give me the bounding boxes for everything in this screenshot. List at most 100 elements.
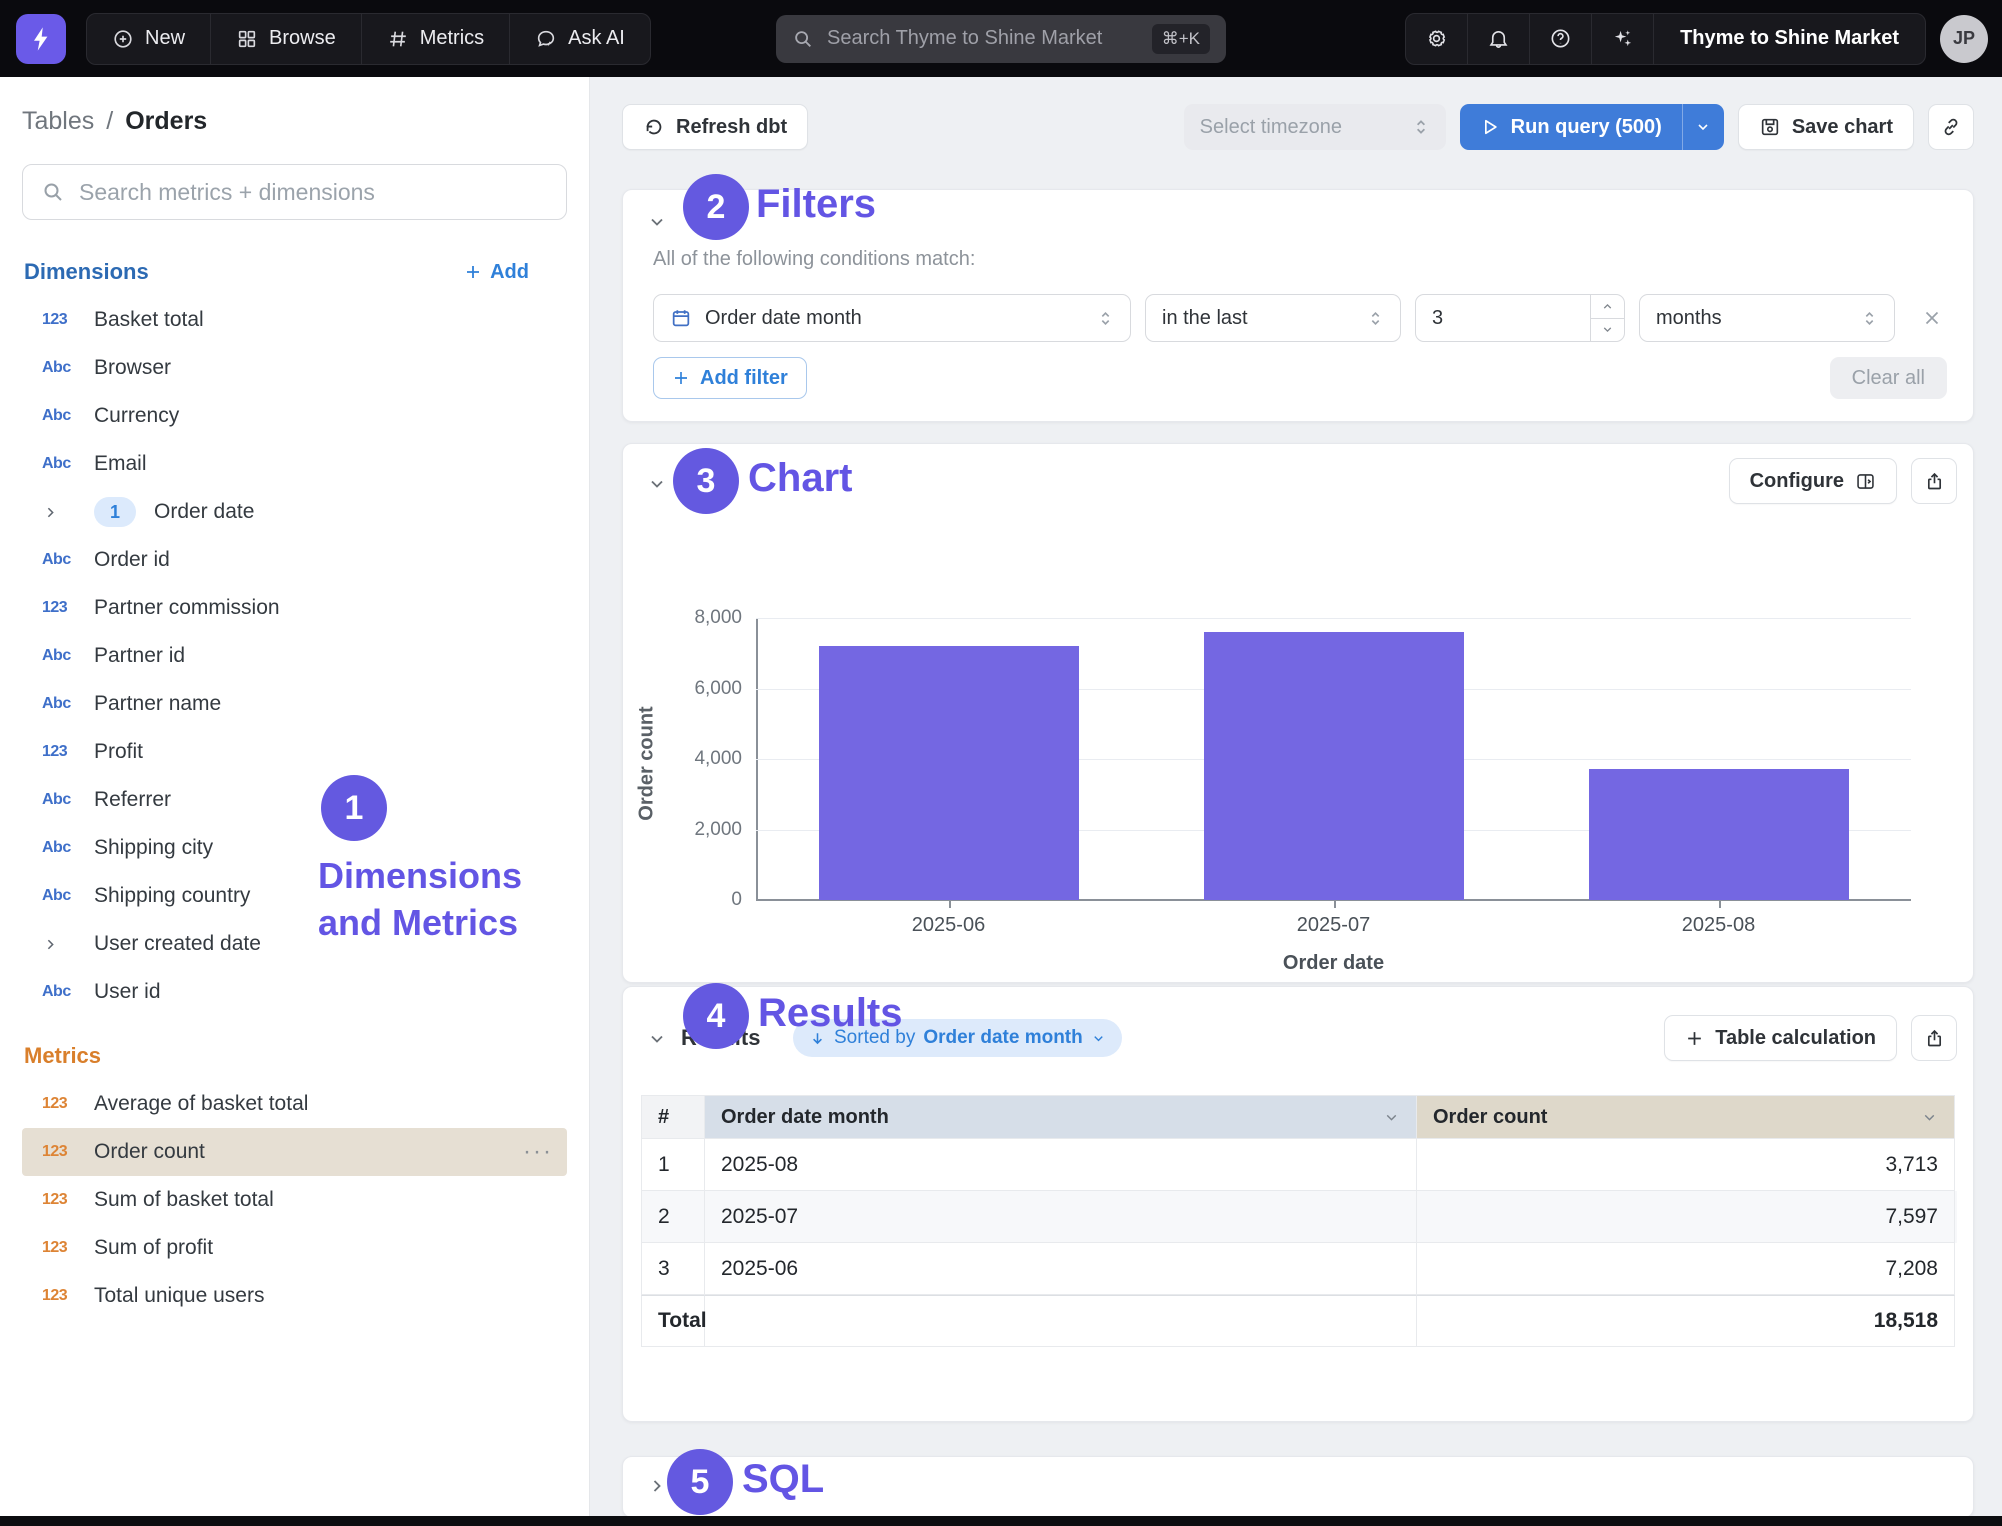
run-query-dropdown-button[interactable] [1682,104,1724,150]
expand-sql-chevron[interactable] [647,1476,667,1496]
table-row[interactable]: 32025-067,208 [641,1243,1957,1295]
sidebar-item-user-created-date[interactable]: User created date [22,920,567,968]
sidebar-item-average-of-basket-total[interactable]: 123Average of basket total [22,1080,567,1128]
table-row[interactable]: 22025-077,597 [641,1191,1957,1243]
breadcrumb: Tables / Orders [22,107,567,136]
nav-item-label: Ask AI [568,27,625,50]
settings-button[interactable] [1406,14,1468,64]
filter-unit-select[interactable]: months [1639,294,1895,342]
sidebar-item-profit[interactable]: 123Profit [22,728,567,776]
column-header-order-date-month[interactable]: Order date month [705,1095,1417,1139]
sidebar-item-sum-of-basket-total[interactable]: 123Sum of basket total [22,1176,567,1224]
sidebar-item-order-count[interactable]: 123 Order count ··· [22,1128,567,1176]
sidebar-item-shipping-country[interactable]: AbcShipping country [22,872,567,920]
sidebar-item-partner-id[interactable]: AbcPartner id [22,632,567,680]
collapse-results-chevron[interactable] [647,1029,667,1049]
workspace-name[interactable]: Thyme to Shine Market [1654,27,1925,50]
field-label: Browser [94,356,171,380]
number-type-icon: 123 [42,1143,76,1161]
collapse-chart-chevron[interactable] [647,474,667,494]
sidebar-item-referrer[interactable]: AbcReferrer [22,776,567,824]
x-tick-mark [1334,901,1336,908]
ai-assistant-button[interactable] [1592,14,1654,64]
sidebar-item-browser[interactable]: AbcBrowser [22,344,567,392]
configure-chart-button[interactable]: Configure [1729,458,1897,504]
field-label: Shipping country [94,884,250,908]
sidebar-item-email[interactable]: AbcEmail [22,440,567,488]
toolbar-right-group: Select timezone Run query (500) [1184,104,1974,150]
filter-operator-select[interactable]: in the last [1145,294,1401,342]
sidebar-item-shipping-city[interactable]: AbcShipping city [22,824,567,872]
sidebar-item-user-id[interactable]: AbcUser id [22,968,567,1016]
save-chart-button[interactable]: Save chart [1738,104,1914,150]
field-label: Partner name [94,692,221,716]
breadcrumb-tables-link[interactable]: Tables [22,107,94,136]
sidebar-item-basket-total[interactable]: 123Basket total [22,296,567,344]
chevron-up-down-icon [1367,310,1384,327]
filter-field-select[interactable]: Order date month [653,294,1131,342]
filter-value-input[interactable]: 3 [1415,294,1625,342]
lightning-bolt-icon [27,25,55,53]
fields-search-input[interactable]: Search metrics + dimensions [22,164,567,220]
hash-icon [387,28,409,50]
nav-item-browse[interactable]: Browse [211,14,362,64]
chevron-right-icon[interactable] [42,936,76,953]
column-header-order-count[interactable]: Order count [1417,1095,1955,1139]
sidebar-item-total-unique-users[interactable]: 123Total unique users [22,1272,567,1320]
metrics-section-header: Metrics [22,1040,567,1072]
table-row[interactable]: 12025-083,713 [641,1139,1957,1191]
share-link-button[interactable] [1928,104,1974,150]
user-avatar[interactable]: JP [1940,15,1988,63]
export-chart-button[interactable] [1911,458,1957,504]
run-query-button[interactable]: Run query (500) [1460,104,1682,150]
stepper-down-button[interactable] [1591,319,1624,342]
nav-item-new[interactable]: New [87,14,211,64]
sorted-by-field: Order date month [923,1027,1082,1049]
total-spacer-cell [705,1295,1417,1347]
remove-filter-button[interactable] [1921,307,1943,329]
bar-2025-07[interactable] [1204,632,1464,900]
sorted-by-pill[interactable]: Sorted by Order date month [793,1019,1122,1057]
sidebar-item-order-date[interactable]: 1Order date [22,488,567,536]
field-label: Order id [94,548,170,572]
table-calculation-button[interactable]: Table calculation [1664,1015,1897,1061]
field-options-menu-icon[interactable]: ··· [523,1138,553,1166]
field-label: Partner id [94,644,185,668]
chevron-down-icon[interactable] [1921,1109,1938,1126]
refresh-dbt-button[interactable]: Refresh dbt [622,104,808,150]
search-icon [792,28,814,50]
sidebar-item-partner-name[interactable]: AbcPartner name [22,680,567,728]
app-logo[interactable] [16,14,66,64]
field-label: Order count [94,1140,205,1164]
collapse-filters-chevron[interactable] [647,212,667,232]
bar-2025-06[interactable] [819,646,1079,900]
sql-panel [622,1456,1974,1518]
nav-item-metrics[interactable]: Metrics [362,14,510,64]
global-search-input[interactable]: Search Thyme to Shine Market ⌘+K [776,15,1226,63]
clear-all-filters-button[interactable]: Clear all [1830,357,1947,399]
number-type-icon: 123 [42,1287,76,1305]
export-results-button[interactable] [1911,1015,1957,1061]
navbar-right-group: Thyme to Shine Market [1405,13,1926,65]
y-tick-label: 2,000 [694,819,742,841]
nav-item-ask-ai[interactable]: Ask AI [510,14,650,64]
sidebar-item-partner-commission[interactable]: 123Partner commission [22,584,567,632]
add-filter-button[interactable]: Add filter [653,357,807,399]
bar-2025-08[interactable] [1589,769,1849,900]
number-type-icon: 123 [42,743,76,761]
sidebar-item-currency[interactable]: AbcCurrency [22,392,567,440]
chevron-right-icon[interactable] [42,504,76,521]
chart-x-axis-title: Order date [756,952,1911,975]
field-label: Average of basket total [94,1092,308,1116]
add-dimension-button[interactable]: Add [464,261,529,284]
help-button[interactable] [1530,14,1592,64]
active-fields-badge: 1 [94,497,136,527]
chevron-down-icon[interactable] [1383,1109,1400,1126]
stepper-up-button[interactable] [1591,295,1624,319]
x-tick-label: 2025-06 [849,914,1049,937]
sidebar-item-sum-of-profit[interactable]: 123Sum of profit [22,1224,567,1272]
sidebar-item-order-id[interactable]: AbcOrder id [22,536,567,584]
add-filter-label: Add filter [700,367,788,390]
timezone-select[interactable]: Select timezone [1184,104,1446,150]
notifications-button[interactable] [1468,14,1530,64]
